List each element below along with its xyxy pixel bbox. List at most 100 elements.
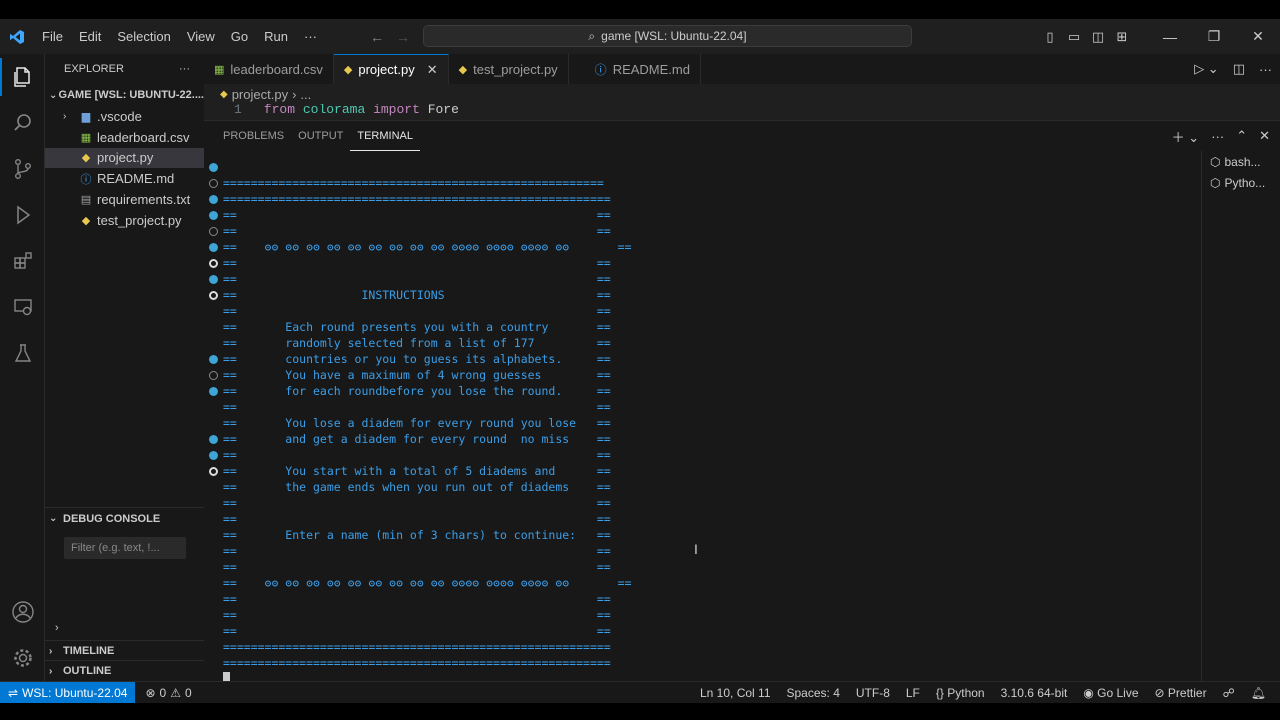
search-icon[interactable] — [0, 100, 45, 146]
command-decoration-icon[interactable] — [209, 291, 218, 300]
go-live[interactable]: ◉ Go Live — [1083, 686, 1138, 700]
terminal-item-python[interactable]: ⬡ Pytho... — [1202, 172, 1280, 193]
tree-item-leaderboard[interactable]: ▦ leaderboard.csv — [45, 127, 204, 148]
command-center[interactable]: ⌕ game [WSL: Ubuntu-22.04] — [423, 25, 912, 47]
explorer-more-icon[interactable]: ··· — [179, 63, 190, 75]
breadcrumb-file[interactable]: project.py — [232, 87, 288, 102]
outline-section[interactable]: › OUTLINE — [45, 660, 204, 681]
top-black-band — [0, 0, 1280, 19]
command-decoration-icon[interactable] — [209, 211, 218, 220]
minimize-icon[interactable]: — — [1148, 29, 1192, 45]
command-decoration-icon[interactable] — [209, 259, 218, 268]
toggle-primary-sidebar-icon[interactable]: ▯ — [1038, 29, 1062, 45]
tree-item-label: requirements.txt — [97, 192, 191, 208]
toggle-panel-icon[interactable]: ▭ — [1062, 29, 1086, 45]
cursor-position[interactable]: Ln 10, Col 11 — [700, 686, 771, 700]
terminal-item-bash[interactable]: ⬡ bash... — [1202, 151, 1280, 172]
terminal-output[interactable]: ========================================… — [204, 159, 1201, 687]
remote-label: WSL: Ubuntu-22.04 — [22, 685, 128, 700]
command-decoration-icon[interactable] — [209, 451, 218, 460]
run-file-icon[interactable]: ▷ ⌄ — [1194, 61, 1219, 77]
chevron-right-icon[interactable]: › — [55, 622, 59, 634]
run-debug-icon[interactable] — [0, 192, 45, 238]
command-decoration-icon[interactable] — [209, 243, 218, 252]
command-decoration-icon[interactable] — [209, 179, 218, 188]
menu-run[interactable]: Run — [256, 29, 296, 44]
command-decoration-icon[interactable] — [209, 163, 218, 172]
indentation[interactable]: Spaces: 4 — [787, 686, 840, 700]
command-decoration-icon[interactable] — [209, 275, 218, 284]
tab-problems[interactable]: PROBLEMS — [216, 121, 291, 151]
menu-more[interactable]: ··· — [296, 29, 325, 44]
end-of-line[interactable]: LF — [906, 686, 920, 700]
remote-indicator[interactable]: ⇌ WSL: Ubuntu-22.04 — [0, 681, 136, 704]
tab-project[interactable]: ◆ project.py ✕ — [333, 54, 449, 84]
customize-layout-icon[interactable]: ⊞ — [1110, 29, 1134, 45]
extensions-icon[interactable] — [0, 238, 45, 284]
terminal-line: == You have a maximum of 4 wrong guesses… — [204, 367, 1201, 383]
new-terminal-icon[interactable]: ＋ ⌄ — [1172, 127, 1200, 146]
code-line[interactable]: 1 from colorama import Fore — [204, 104, 1280, 116]
tree-item-test-project[interactable]: ◆ test_project.py — [45, 210, 204, 231]
testing-flask-icon[interactable] — [0, 330, 45, 376]
chevron-down-icon: ⌄ — [49, 513, 58, 524]
tree-item-label: .vscode — [97, 108, 142, 124]
toggle-secondary-sidebar-icon[interactable]: ◫ — [1086, 29, 1110, 45]
tree-item-project[interactable]: ◆ project.py — [45, 147, 204, 169]
command-decoration-icon[interactable] — [209, 467, 218, 476]
source-control-icon[interactable] — [0, 146, 45, 192]
command-decoration-icon[interactable] — [209, 371, 218, 380]
feedback-icon[interactable]: ☍ — [1223, 686, 1235, 700]
back-arrow-icon[interactable]: ← — [370, 29, 384, 45]
timeline-section[interactable]: › TIMELINE — [45, 640, 204, 661]
explorer-icon[interactable] — [0, 54, 45, 100]
menu-selection[interactable]: Selection — [109, 29, 178, 44]
python-interpreter[interactable]: 3.10.6 64-bit — [1001, 686, 1068, 700]
workspace-folder[interactable]: ⌄ GAME [WSL: UBUNTU-22.... — [45, 84, 204, 106]
encoding[interactable]: UTF-8 — [856, 686, 890, 700]
panel-more-icon[interactable]: ··· — [1211, 129, 1224, 144]
notifications-bell-icon[interactable]: 🔔︎ — [1251, 686, 1266, 700]
prettier[interactable]: ⊘ Prettier — [1155, 686, 1207, 700]
problems-indicator[interactable]: ⊗ 0 ⚠ 0 — [135, 686, 191, 700]
language-mode[interactable]: {} Python — [936, 686, 985, 700]
editor-more-icon[interactable]: ··· — [1259, 62, 1272, 77]
debug-console-header[interactable]: ⌄ DEBUG CONSOLE — [45, 507, 204, 529]
manage-gear-icon[interactable] — [0, 635, 45, 681]
info-icon: ⓘ — [594, 62, 607, 77]
tree-item-vscode[interactable]: › ▆ .vscode — [45, 106, 204, 127]
accounts-icon[interactable] — [0, 589, 45, 635]
terminal-line: == == — [204, 543, 1201, 559]
terminal-line-text: == == — [223, 608, 611, 622]
command-decoration-icon[interactable] — [209, 195, 218, 204]
menu-edit[interactable]: Edit — [71, 29, 109, 44]
debug-filter-input[interactable]: Filter (e.g. text, !... — [64, 537, 186, 559]
tab-terminal[interactable]: TERMINAL — [350, 121, 420, 151]
split-editor-icon[interactable]: ◫ — [1233, 61, 1245, 77]
tab-test-project[interactable]: ◆ test_project.py — [449, 54, 569, 84]
terminal-line-text: == == — [223, 624, 611, 638]
forward-arrow-icon[interactable]: → — [396, 29, 410, 45]
close-window-icon[interactable]: ✕ — [1236, 28, 1280, 45]
tree-item-readme[interactable]: ⓘ README.md — [45, 168, 204, 189]
tab-output[interactable]: OUTPUT — [291, 121, 350, 151]
tab-readme[interactable]: ⓘ README.md — [569, 54, 701, 84]
menu-file[interactable]: File — [34, 29, 71, 44]
command-decoration-icon[interactable] — [209, 387, 218, 396]
nav-arrows: ← → — [370, 19, 410, 54]
tree-item-requirements[interactable]: ▤ requirements.txt — [45, 189, 204, 210]
maximize-panel-icon[interactable]: ⌃ — [1236, 128, 1247, 144]
remote-explorer-icon[interactable] — [0, 284, 45, 330]
breadcrumb-rest[interactable]: ... — [300, 87, 311, 102]
chevron-down-icon: ⌄ — [49, 89, 58, 101]
menu-view[interactable]: View — [179, 29, 223, 44]
restore-icon[interactable]: ❐ — [1192, 28, 1236, 45]
menu-go[interactable]: Go — [223, 29, 256, 44]
close-tab-icon[interactable]: ✕ — [427, 62, 438, 78]
command-decoration-icon[interactable] — [209, 435, 218, 444]
close-panel-icon[interactable]: ✕ — [1259, 128, 1270, 144]
tab-leaderboard[interactable]: ▦ leaderboard.csv — [204, 54, 334, 84]
command-decoration-icon[interactable] — [209, 227, 218, 236]
command-decoration-icon[interactable] — [209, 355, 218, 364]
terminal-line: == and get a diadem for every round no m… — [204, 431, 1201, 447]
